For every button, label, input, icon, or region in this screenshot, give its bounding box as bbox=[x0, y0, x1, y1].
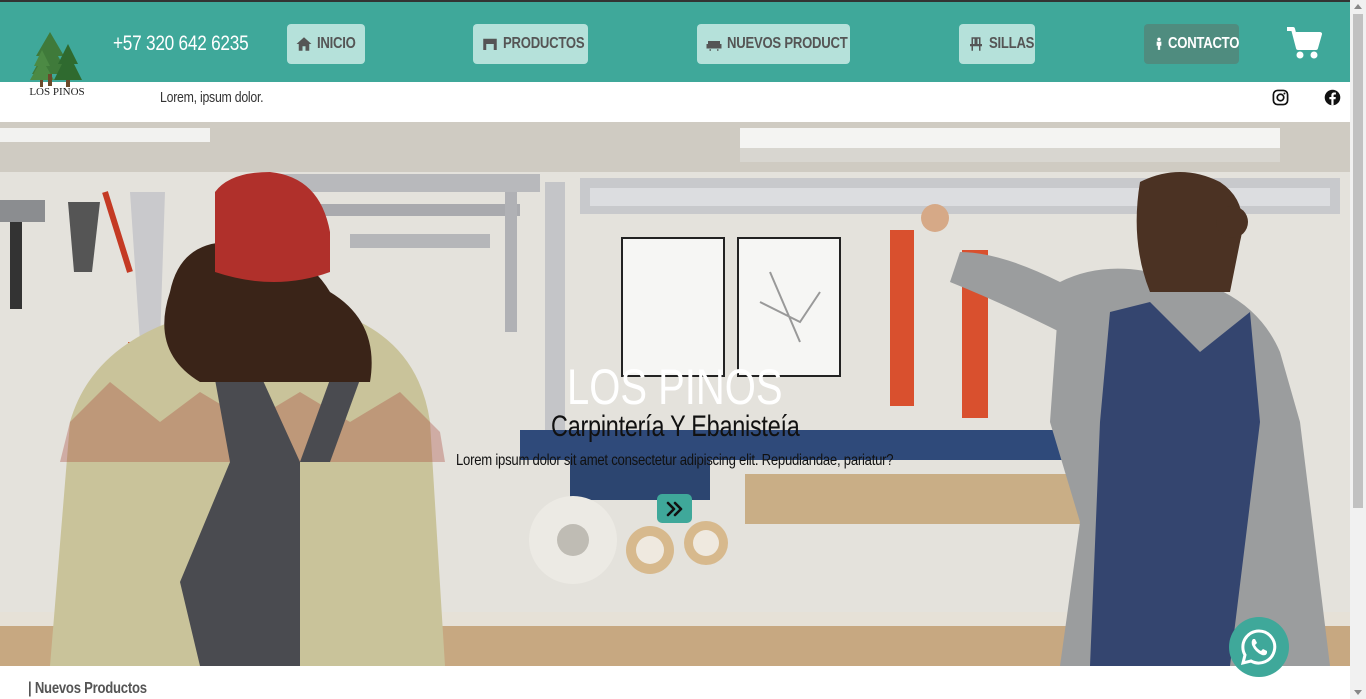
home-icon bbox=[296, 37, 312, 51]
hero-description: Lorem ipsum dolor sit amet consectetur a… bbox=[0, 452, 1350, 470]
desk-icon bbox=[483, 38, 497, 50]
double-chevron-right-icon bbox=[666, 501, 682, 516]
brand-logo[interactable]: LOS PINOS bbox=[24, 30, 90, 102]
logo-text: LOS PINOS bbox=[29, 86, 85, 98]
top-header: +57 320 642 6235 INICIO PRODUCTOS NUEVOS… bbox=[0, 0, 1350, 82]
page-scrollbar[interactable] bbox=[1350, 0, 1366, 699]
nav-contacto-button[interactable]: CONTACTO bbox=[1144, 24, 1239, 64]
nav-sillas-label: SILLAS bbox=[989, 35, 1035, 52]
nav-nuevos-productos-label: NUEVOS PRODUCT bbox=[727, 35, 848, 52]
nav-contacto-label: CONTACTO bbox=[1168, 35, 1239, 52]
hero-banner: LOS PINOS Carpintería Y Ebanisteía Lorem… bbox=[0, 122, 1350, 666]
hero-title: LOS PINOS bbox=[0, 358, 1350, 416]
scroll-up-arrow-icon[interactable] bbox=[1354, 4, 1362, 9]
nav-productos-button[interactable]: PRODUCTOS bbox=[473, 24, 588, 64]
nav-inicio-label: INICIO bbox=[317, 35, 356, 52]
new-products-heading: | Nuevos Productos bbox=[28, 680, 147, 697]
person-icon bbox=[1156, 37, 1162, 50]
sofa-icon bbox=[706, 41, 722, 51]
cart-icon[interactable] bbox=[1286, 26, 1322, 60]
phone-number[interactable]: +57 320 642 6235 bbox=[113, 32, 249, 56]
scrollbar-thumb[interactable] bbox=[1353, 14, 1363, 508]
instagram-icon[interactable] bbox=[1272, 89, 1289, 106]
hero-title-text: LOS PINOS bbox=[567, 359, 783, 415]
whatsapp-icon bbox=[1240, 629, 1277, 666]
tagline: Lorem, ipsum dolor. bbox=[160, 89, 264, 106]
pine-trees-logo-icon bbox=[30, 32, 82, 87]
hero-description-text: Lorem ipsum dolor sit amet consectetur a… bbox=[456, 452, 894, 469]
hero-subtitle: Carpintería Y Ebanisteía bbox=[0, 410, 1350, 444]
hero-next-button[interactable] bbox=[657, 494, 692, 523]
chair-icon bbox=[970, 37, 982, 51]
nav-sillas-button[interactable]: SILLAS bbox=[959, 24, 1035, 64]
scroll-down-arrow-icon[interactable] bbox=[1354, 690, 1362, 695]
facebook-icon[interactable] bbox=[1324, 89, 1341, 106]
whatsapp-button[interactable] bbox=[1229, 617, 1289, 677]
nav-nuevos-productos-button[interactable]: NUEVOS PRODUCT bbox=[697, 24, 850, 64]
nav-productos-label: PRODUCTOS bbox=[503, 35, 585, 52]
nav-inicio-button[interactable]: INICIO bbox=[287, 24, 365, 64]
hero-subtitle-text: Carpintería Y Ebanisteía bbox=[550, 410, 800, 443]
